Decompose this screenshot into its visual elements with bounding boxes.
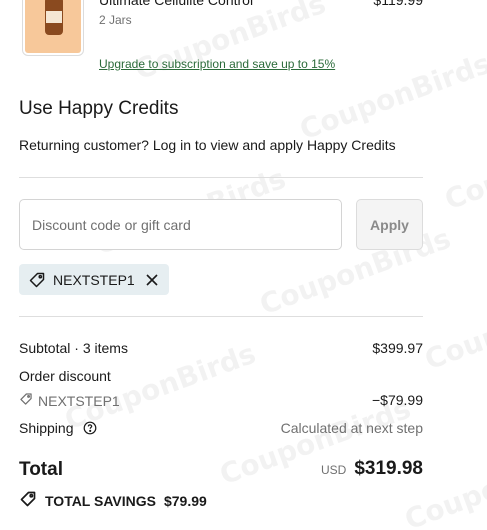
total-amount-group: USD $319.98: [321, 458, 423, 480]
watermark: CouponBirds: [440, 116, 487, 217]
tag-icon: [19, 392, 33, 409]
divider: [19, 177, 423, 178]
subtotal-value: $399.97: [372, 340, 423, 356]
watermark: CouponBirds: [420, 276, 487, 377]
discount-value: −$79.99: [372, 392, 423, 408]
credits-heading: Use Happy Credits: [19, 98, 179, 119]
jar-label-graphic: [46, 11, 62, 23]
total-savings: TOTAL SAVINGS $79.99: [19, 490, 207, 511]
discount-code-line: NEXTSTEP1: [19, 392, 120, 409]
tag-icon: [19, 490, 37, 511]
shipping-row: Shipping Calculated at next step: [19, 420, 423, 438]
cart-line-item: Ultimate Cellulite Control 2 Jars $119.9…: [19, 0, 423, 78]
currency-code: USD: [320, 463, 347, 477]
discount-code-input[interactable]: [19, 199, 342, 250]
shipping-value: Calculated at next step: [280, 420, 423, 436]
order-discount-label: Order discount: [19, 368, 111, 384]
watermark: CouponBirds: [400, 436, 487, 530]
upgrade-subscription-link[interactable]: Upgrade to subscription and save up to 1…: [99, 57, 335, 71]
product-price: $119.99: [373, 0, 423, 8]
order-discount-row: Order discount: [19, 368, 423, 384]
applied-discount-tag: NEXTSTEP1: [19, 264, 169, 295]
total-amount: $319.98: [354, 458, 423, 479]
applied-code-label: NEXTSTEP1: [53, 271, 135, 288]
credits-login-prompt[interactable]: Returning customer? Log in to view and a…: [19, 137, 396, 153]
product-name: Ultimate Cellulite Control: [99, 0, 254, 8]
savings-label: TOTAL SAVINGS: [45, 492, 156, 509]
savings-value: $79.99: [163, 492, 207, 509]
info-icon[interactable]: [83, 421, 97, 438]
close-icon: [145, 273, 159, 287]
total-label: Total: [19, 459, 63, 480]
subtotal-row: Subtotal · 3 items $399.97: [19, 340, 423, 356]
product-variant: 2 Jars: [99, 13, 132, 27]
product-image: [25, 0, 81, 53]
remove-discount-button[interactable]: [145, 273, 159, 287]
subtotal-label: Subtotal · 3 items: [19, 340, 128, 356]
discount-code-name: NEXTSTEP1: [38, 392, 120, 409]
tag-icon: [28, 271, 46, 289]
shipping-label: Shipping: [19, 420, 74, 436]
discount-code-row: NEXTSTEP1 −$79.99: [19, 392, 423, 409]
apply-discount-button[interactable]: Apply: [356, 199, 423, 250]
product-thumbnail: [22, 0, 84, 56]
divider: [19, 316, 423, 317]
